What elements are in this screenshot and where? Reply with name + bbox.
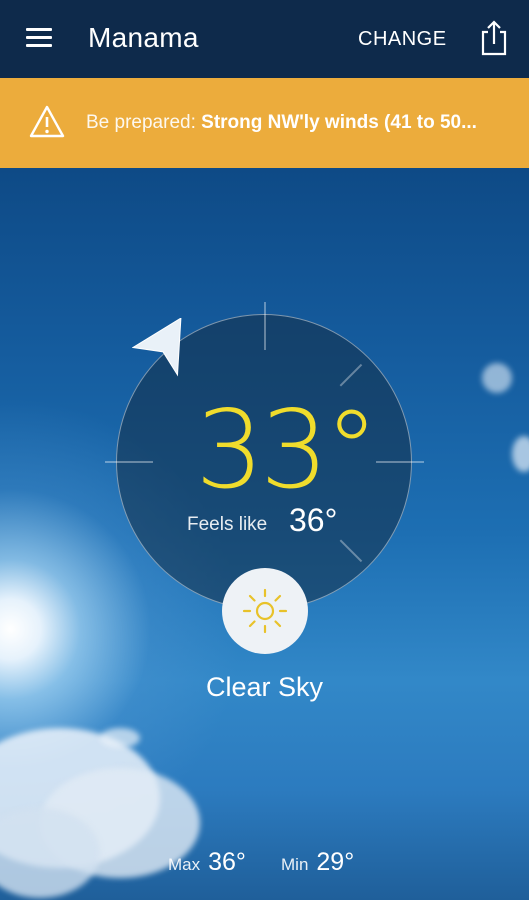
dial-tick-top [264,302,266,350]
max-temperature: Max 36° [168,848,246,877]
share-icon[interactable] [476,18,512,58]
dial-tick-left [105,461,153,463]
city-title: Manama [88,22,199,53]
sun-icon [242,588,288,634]
weather-alert-banner[interactable]: Be prepared: Strong NW'ly winds (41 to 5… [0,78,529,168]
wind-direction-arrow-icon [131,317,192,378]
condition-text: Clear Sky [205,672,324,702]
warning-triangle-icon [28,104,66,140]
current-temperature: 33° [195,388,378,513]
max-label: Max [168,855,201,874]
min-temperature: Min 29° [281,848,354,877]
min-value: 29° [316,848,355,876]
feels-like-value: 36° [289,502,338,538]
alert-message: Strong NW'ly winds (41 to 50... [201,112,477,133]
dial-tick-right [376,461,424,463]
feels-like-label: Feels like [187,514,268,535]
alert-text: Be prepared: Strong NW'ly winds (41 to 5… [86,112,506,134]
condition-icon-badge [222,568,308,654]
alert-prefix: Be prepared: [86,112,196,133]
max-value: 36° [208,848,246,876]
min-label: Min [281,855,309,874]
menu-icon[interactable] [22,24,58,54]
change-city-button[interactable]: CHANGE [358,28,447,51]
app-bar: Manama CHANGE [0,0,529,78]
